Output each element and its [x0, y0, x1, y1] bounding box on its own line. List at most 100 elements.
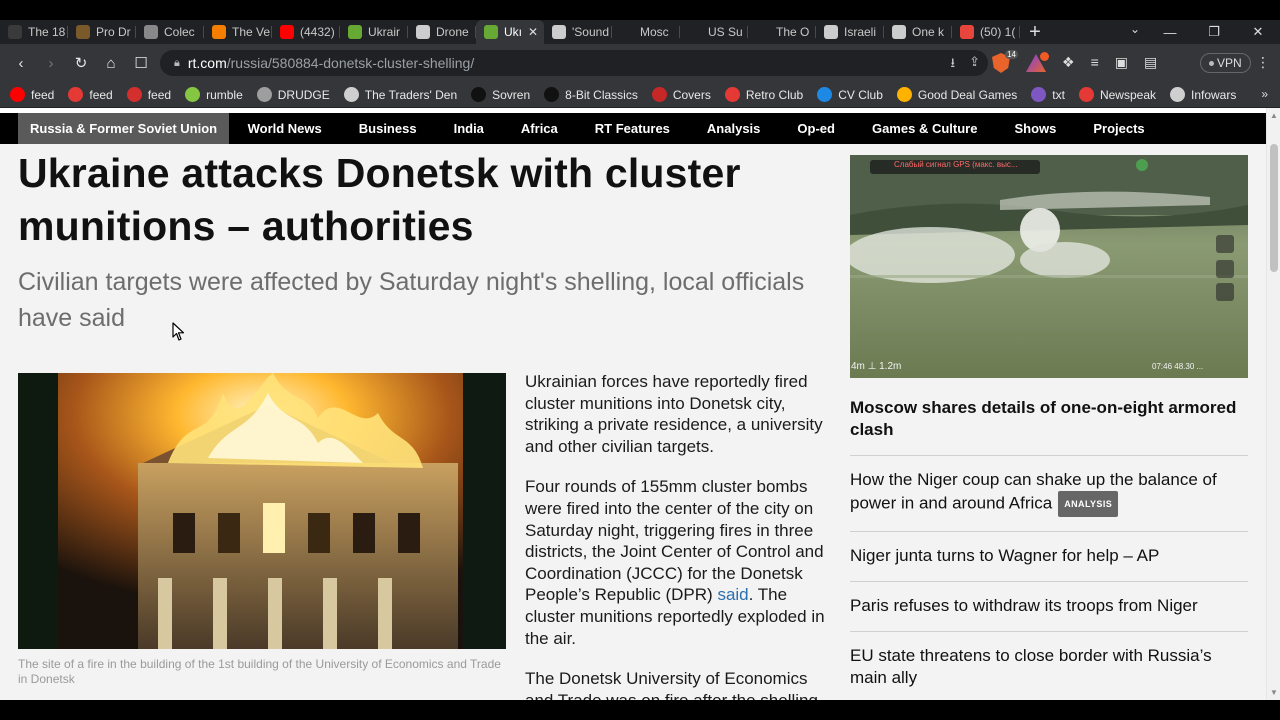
bookmark-item[interactable]: The Traders' Den [343, 87, 458, 102]
sidebar-news-item[interactable]: Paris refuses to withdraw its troops fro… [850, 581, 1248, 631]
sidebar-news-item[interactable]: EU state threatens to close border with … [850, 631, 1248, 700]
browser-tab[interactable]: The O [748, 20, 816, 44]
extensions-icon[interactable]: ❖ [1062, 54, 1075, 71]
tab-favicon-icon [756, 25, 770, 39]
menu-icon[interactable]: ⋮ [1256, 54, 1270, 71]
tab-favicon-icon [552, 25, 566, 39]
bookmark-item[interactable]: CV Club [817, 87, 883, 102]
tab-favicon-icon [892, 25, 906, 39]
bookmark-item[interactable]: Covers [651, 87, 711, 102]
tab-favicon-icon [212, 25, 226, 39]
browser-tab[interactable]: Colec [136, 20, 204, 44]
bookmark-favicon-icon [896, 87, 912, 102]
nav-item[interactable]: RT Features [576, 113, 688, 144]
nav-item[interactable]: Russia & Former Soviet Union [18, 113, 230, 144]
bookmark-item[interactable]: 8-Bit Classics [544, 87, 638, 102]
article-hero-image[interactable] [18, 373, 506, 649]
forward-icon[interactable]: › [36, 55, 66, 72]
nav-item[interactable]: Op-ed [779, 113, 854, 144]
home-icon[interactable]: ⌂ [96, 55, 126, 72]
share-icon[interactable]: ⇪ [969, 54, 980, 76]
browser-tab-strip: The 18 Pro Dr Colec The Ve (4432) Ukrair Drone… [0, 0, 1280, 44]
bookmark-item[interactable]: Newspeak [1078, 87, 1156, 102]
tab-favicon-icon [144, 25, 158, 39]
bookmarks-overflow-icon[interactable]: » [1261, 87, 1268, 101]
paragraph: Ukrainian forces have reportedly fired c… [525, 372, 823, 456]
tab-favicon-icon [416, 25, 430, 39]
nav-item[interactable]: Shows [996, 113, 1075, 144]
nav-item[interactable]: India [435, 113, 502, 144]
sidebar-video-thumbnail[interactable]: Слабый сигнал GPS (макс. выс... 4m ⊥ 1.2… [850, 155, 1248, 378]
reload-icon[interactable]: ↻ [66, 54, 96, 72]
bookmark-item[interactable]: feed [10, 87, 54, 102]
tab-title: Drone [436, 25, 469, 39]
minimize-icon[interactable]: — [1148, 25, 1192, 40]
bookmark-item[interactable]: feed [126, 87, 171, 102]
browser-tab[interactable]: Drone [408, 20, 476, 44]
bookmark-icon[interactable]: ☐ [126, 54, 156, 72]
wallet-icon[interactable]: ▤ [1144, 54, 1157, 71]
source-link[interactable]: said [717, 585, 748, 604]
browser-tab[interactable]: US Su [680, 20, 748, 44]
sidebar-icon[interactable]: ▣ [1115, 54, 1128, 71]
playlist-icon[interactable]: ≡ [1091, 54, 1099, 71]
nav-item[interactable]: Analysis [688, 113, 778, 144]
bookmark-label: Newspeak [1099, 87, 1156, 102]
bookmark-item[interactable]: Good Deal Games [896, 87, 1017, 102]
bookmark-item[interactable]: DRUDGE [256, 87, 330, 102]
bookmark-label: txt [1052, 87, 1065, 102]
nav-item[interactable]: Projects [1075, 113, 1163, 144]
bookmark-item[interactable]: txt [1031, 87, 1065, 102]
bookmark-favicon-icon [817, 87, 833, 102]
nav-item[interactable]: Games & Culture [853, 113, 995, 144]
browser-tab[interactable]: Israeli [816, 20, 884, 44]
browser-toolbar: ‹ › ↻ ⌂ ☐ 🔒︎ rt.com/russia/580884-donets… [0, 44, 1280, 82]
new-tab-button[interactable]: + [1020, 21, 1050, 44]
bookmark-favicon-icon [256, 87, 272, 102]
nav-item[interactable]: Business [340, 113, 435, 144]
sidebar-news-item[interactable]: How the Niger coup can shake up the bala… [850, 455, 1248, 531]
browser-tab[interactable]: One k [884, 20, 952, 44]
nav-item[interactable]: World News [229, 113, 340, 144]
download-icon[interactable]: ⭳ [951, 54, 956, 76]
scroll-up-icon[interactable]: ▲ [1270, 111, 1278, 120]
sidebar-lead-headline[interactable]: Moscow shares details of one-on-eight ar… [850, 397, 1248, 441]
back-icon[interactable]: ‹ [6, 55, 36, 72]
restore-icon[interactable]: ❐ [1192, 24, 1236, 40]
bookmark-favicon-icon [1170, 87, 1185, 102]
bookmark-label: DRUDGE [277, 87, 330, 102]
bookmark-item[interactable]: feed [68, 87, 113, 102]
close-window-icon[interactable]: ✕ [1236, 24, 1280, 40]
browser-tab[interactable]: (4432) [272, 20, 340, 44]
bookmark-item[interactable]: Sovren [471, 87, 530, 102]
lock-icon[interactable]: 🔒︎ [174, 57, 180, 70]
analysis-tag[interactable]: ANALYSIS [1058, 491, 1119, 517]
bookmark-label: The Traders' Den [364, 87, 458, 102]
browser-tab[interactable]: Pro Dr [68, 20, 136, 44]
vpn-button[interactable]: VPN [1200, 53, 1251, 73]
bookmark-item[interactable]: Retro Club [724, 87, 803, 102]
bookmark-item[interactable]: rumble [185, 87, 243, 102]
browser-tab[interactable]: The 18 [0, 20, 68, 44]
browser-tab[interactable]: Mosc [612, 20, 680, 44]
bookmark-item[interactable]: Infowars [1170, 87, 1236, 102]
bookmark-label: 8-Bit Classics [565, 87, 638, 102]
video-overlay-text: Слабый сигнал GPS (макс. выс... [894, 160, 1018, 169]
tab-search-icon[interactable]: ⌄ [1130, 22, 1140, 36]
browser-tab[interactable]: Ukı ✕ [476, 20, 544, 44]
bookmark-label: Covers [672, 87, 711, 102]
sidebar-news-item[interactable]: Niger junta turns to Wagner for help – A… [850, 531, 1248, 581]
vertical-scrollbar[interactable]: ▲ ▼ [1266, 108, 1280, 700]
address-bar[interactable]: 🔒︎ rt.com/russia/580884-donetsk-cluster-… [160, 50, 988, 76]
browser-tab[interactable]: 'Sound [544, 20, 612, 44]
tab-title: US Su [708, 25, 743, 39]
brave-shield-icon[interactable]: 14 [992, 50, 1018, 73]
close-tab-icon[interactable]: ✕ [528, 25, 538, 39]
browser-tab[interactable]: Ukrair [340, 20, 408, 44]
video-readout-left: 4m ⊥ 1.2m [851, 361, 902, 372]
browser-tab[interactable]: The Ve [204, 20, 272, 44]
scroll-thumb[interactable] [1270, 144, 1278, 272]
scroll-down-icon[interactable]: ▼ [1270, 688, 1278, 697]
browser-tab[interactable]: (50) 1( [952, 20, 1020, 44]
nav-item[interactable]: Africa [502, 113, 576, 144]
